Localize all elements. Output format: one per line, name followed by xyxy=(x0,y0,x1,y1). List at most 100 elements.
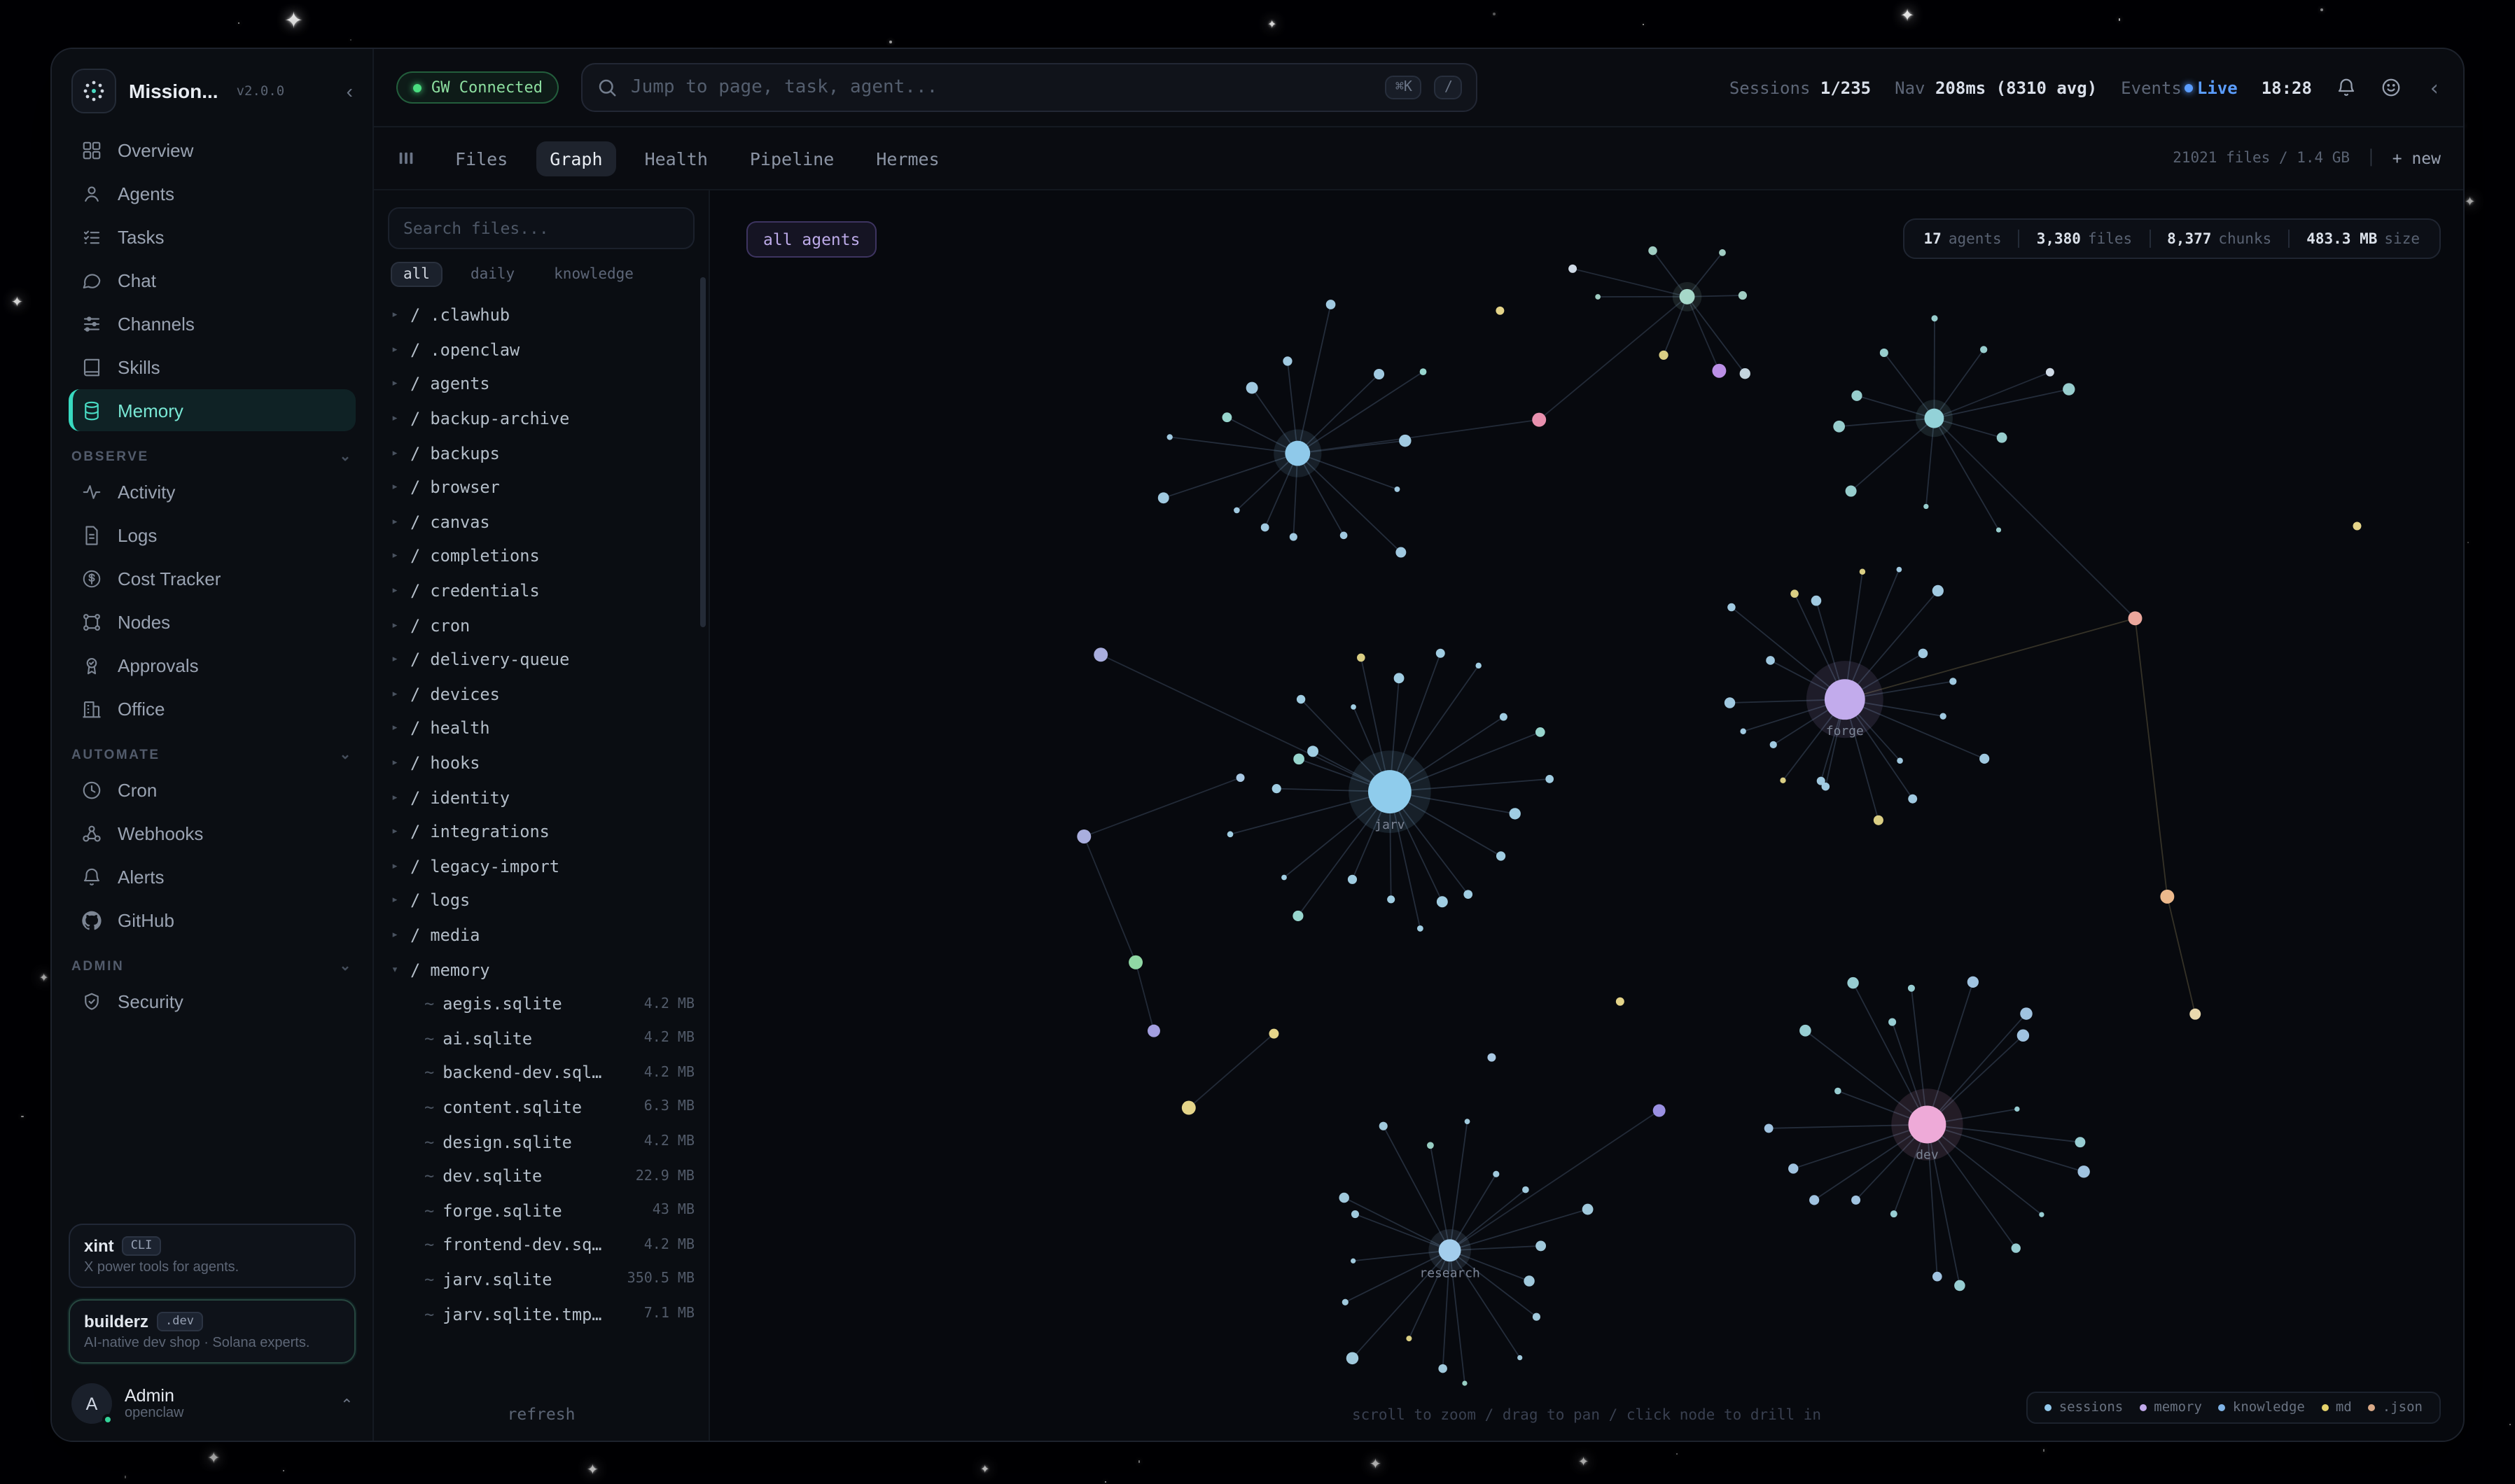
graph-satellite[interactable] xyxy=(1923,504,1928,509)
graph-satellite[interactable] xyxy=(1465,1119,1470,1124)
sidebar-item-office[interactable]: Office xyxy=(69,687,356,729)
sidebar-item-tasks[interactable]: Tasks xyxy=(69,216,356,258)
tree-folder-agents[interactable]: ▸/ agents xyxy=(388,367,695,401)
file-search[interactable] xyxy=(388,207,695,249)
graph-satellite[interactable] xyxy=(1246,382,1258,394)
graph-dot[interactable] xyxy=(1568,265,1577,273)
chevron-down-icon[interactable]: ⌄ xyxy=(340,449,353,465)
graph-satellite[interactable] xyxy=(1351,1259,1356,1264)
graph-satellite[interactable] xyxy=(1351,1210,1359,1218)
tree-file-frontend-dev.sq[interactable]: ~frontend-dev.sq…4.2 MB xyxy=(388,1228,695,1262)
tab-graph[interactable]: Graph xyxy=(536,141,616,176)
sidebar-item-approvals[interactable]: Approvals xyxy=(69,644,356,686)
graph-satellite[interactable] xyxy=(1846,485,1857,496)
tab-hermes[interactable]: Hermes xyxy=(862,141,953,176)
feedback-smiley-icon[interactable] xyxy=(2381,77,2402,98)
tree-file-aegis.sqlite[interactable]: ~aegis.sqlite4.2 MB xyxy=(388,987,695,1021)
tree-folder-browser[interactable]: ▸/ browser xyxy=(388,470,695,505)
graph-satellite[interactable] xyxy=(1809,1195,1819,1205)
global-search[interactable]: ⌘K / xyxy=(582,63,1478,112)
tree-file-ai.sqlite[interactable]: ~ai.sqlite4.2 MB xyxy=(388,1021,695,1056)
graph-hub-hub-a[interactable] xyxy=(1158,300,1427,557)
graph-dot[interactable] xyxy=(1182,1101,1196,1115)
tree-file-forge.sqlite[interactable]: ~forge.sqlite43 MB xyxy=(388,1194,695,1228)
promo-card-xint[interactable]: xintCLIX power tools for agents. xyxy=(69,1224,356,1288)
columns-icon[interactable] xyxy=(396,148,416,168)
graph-satellite[interactable] xyxy=(1790,589,1799,598)
graph-satellite[interactable] xyxy=(1417,925,1423,932)
graph-satellite[interactable] xyxy=(1535,727,1545,737)
graph-satellite[interactable] xyxy=(1817,777,1825,785)
sidebar-item-alerts[interactable]: Alerts xyxy=(69,855,356,897)
graph-satellite[interactable] xyxy=(2017,1030,2029,1042)
graph-satellite[interactable] xyxy=(1880,349,1888,357)
all-agents-chip[interactable]: all agents xyxy=(746,221,877,258)
graph-satellite[interactable] xyxy=(1545,775,1554,783)
graph-hub-dev[interactable]: dev xyxy=(1764,976,2090,1291)
tab-pipeline[interactable]: Pipeline xyxy=(736,141,848,176)
graph-satellite[interactable] xyxy=(1326,300,1336,309)
tree-folder-health[interactable]: ▸/ health xyxy=(388,711,695,746)
graph-node-dev[interactable] xyxy=(1909,1106,1946,1144)
tree-file-design.sqlite[interactable]: ~design.sqlite4.2 MB xyxy=(388,1125,695,1159)
sidebar-item-agents[interactable]: Agents xyxy=(69,172,356,214)
graph-satellite[interactable] xyxy=(1719,249,1726,256)
graph-satellite[interactable] xyxy=(1387,895,1395,903)
graph-satellite[interactable] xyxy=(1996,527,2001,532)
graph-satellite[interactable] xyxy=(1437,896,1448,907)
sidebar-item-skills[interactable]: Skills xyxy=(69,346,356,388)
graph-satellite[interactable] xyxy=(1833,421,1845,433)
graph-satellite[interactable] xyxy=(1348,875,1357,884)
graph-satellite[interactable] xyxy=(1860,569,1865,575)
graph-dot[interactable] xyxy=(1487,1054,1496,1062)
graph-satellite[interactable] xyxy=(1740,728,1746,734)
sidebar-item-channels[interactable]: Channels xyxy=(69,302,356,344)
graph-satellite[interactable] xyxy=(1918,649,1928,659)
graph-satellite[interactable] xyxy=(1851,391,1862,401)
graph-satellite[interactable] xyxy=(1766,656,1775,665)
graph-hub-research[interactable]: research xyxy=(1339,1119,1593,1386)
sidebar-collapse-icon[interactable]: ‹ xyxy=(347,80,353,102)
graph-satellite[interactable] xyxy=(1897,757,1903,764)
tree-folder-memory[interactable]: ▾/ memory xyxy=(388,953,695,987)
graph-satellite[interactable] xyxy=(1427,1142,1434,1149)
graph-satellite[interactable] xyxy=(1493,1171,1499,1177)
graph-satellite[interactable] xyxy=(1290,533,1297,540)
graph-satellite[interactable] xyxy=(1339,1193,1349,1203)
graph-satellite[interactable] xyxy=(1834,1088,1841,1095)
graph-dot[interactable] xyxy=(1148,1025,1160,1037)
graph-hub-jarv[interactable]: jarv xyxy=(1227,649,1554,932)
graph-node-hub-a[interactable] xyxy=(1285,441,1310,466)
graph-satellite[interactable] xyxy=(1932,1272,1942,1282)
tree-folder-completions[interactable]: ▸/ completions xyxy=(388,539,695,573)
bell-icon[interactable] xyxy=(2336,77,2357,98)
tree-folder-hooks[interactable]: ▸/ hooks xyxy=(388,746,695,780)
graph-satellite[interactable] xyxy=(1234,507,1240,514)
sidebar-item-activity[interactable]: Activity xyxy=(69,470,356,512)
graph-satellite[interactable] xyxy=(1888,1018,1896,1026)
graph-satellite[interactable] xyxy=(1524,1275,1534,1287)
graph-satellite[interactable] xyxy=(1167,434,1173,440)
graph-dot[interactable] xyxy=(2129,611,2143,625)
sidebar-item-overview[interactable]: Overview xyxy=(69,129,356,171)
graph-dot[interactable] xyxy=(1077,830,1091,844)
tree-folder-.clawhub[interactable]: ▸/ .clawhub xyxy=(388,298,695,332)
graph-satellite[interactable] xyxy=(2075,1137,2086,1147)
graph-dot[interactable] xyxy=(2189,1009,2201,1020)
agent-graph[interactable]: jarv forge dev research xyxy=(710,190,2463,1441)
sidebar-item-chat[interactable]: Chat xyxy=(69,259,356,301)
graph-satellite[interactable] xyxy=(1582,1204,1594,1215)
graph-satellite[interactable] xyxy=(1908,794,1917,804)
graph-satellite[interactable] xyxy=(1261,524,1269,532)
tree-file-content.sqlite[interactable]: ~content.sqlite6.3 MB xyxy=(388,1090,695,1124)
graph-dot[interactable] xyxy=(1616,997,1624,1006)
graph-satellite[interactable] xyxy=(1533,1313,1540,1321)
graph-satellite[interactable] xyxy=(1908,985,1915,992)
tree-file-jarv.sqlite[interactable]: ~jarv.sqlite350.5 MB xyxy=(388,1262,695,1296)
graph-satellite[interactable] xyxy=(2020,1007,2033,1020)
sidebar-item-logs[interactable]: Logs xyxy=(69,514,356,556)
graph-hub-forge[interactable]: forge xyxy=(1725,567,1989,825)
tree-file-dev.sqlite[interactable]: ~dev.sqlite22.9 MB xyxy=(388,1159,695,1194)
tree-folder-integrations[interactable]: ▸/ integrations xyxy=(388,815,695,849)
graph-hub-hub-c[interactable] xyxy=(1595,246,1750,379)
